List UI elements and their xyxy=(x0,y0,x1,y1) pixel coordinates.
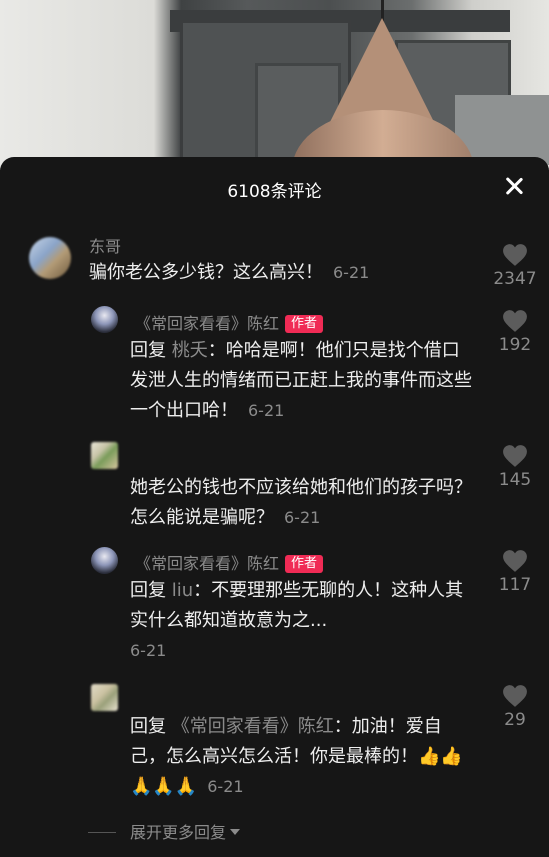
avatar[interactable] xyxy=(29,237,71,279)
comment-author[interactable]: 东哥 xyxy=(89,233,121,257)
heart-icon xyxy=(503,310,527,332)
heart-icon xyxy=(503,244,527,266)
author-badge: 作者 xyxy=(285,315,324,333)
reply-target[interactable]: 桃夭 xyxy=(172,340,208,361)
reply-target[interactable]: liu xyxy=(172,580,193,601)
like-count: 145 xyxy=(498,470,532,490)
expand-more-replies-button[interactable]: 展开更多回复 xyxy=(88,819,241,843)
heart-icon xyxy=(503,685,527,707)
comment-time: 6-21 xyxy=(130,641,167,660)
author-name: 《常回家看看》陈红 xyxy=(135,554,280,573)
comment-body: 骗你老公多少钱？这么高兴！ xyxy=(89,262,323,283)
comment-text: 回复 liu：不要理那些无聊的人！这种人其实什么都知道故意为之... 6-21 xyxy=(130,576,475,666)
comments-count-title: 6108条评论 xyxy=(227,182,322,202)
comment-time: 6-21 xyxy=(333,263,370,282)
comment-time: 6-21 xyxy=(207,777,244,796)
comment-author[interactable] xyxy=(135,688,149,698)
close-icon[interactable] xyxy=(503,175,525,197)
like-count: 117 xyxy=(498,575,532,595)
comment-author[interactable]: 《常回家看看》陈红 作者 xyxy=(135,310,324,334)
reply-target[interactable]: 《常回家看看》陈红 xyxy=(172,716,334,737)
author-badge: 作者 xyxy=(285,555,324,573)
reply-prefix: 回复 xyxy=(130,716,166,737)
reply-prefix: 回复 xyxy=(130,580,166,601)
comment-text: 回复 桃夭：哈哈是啊！他们只是找个借口发泄人生的情绪而已正赶上我的事件而这些一个… xyxy=(130,336,475,426)
divider-line xyxy=(88,832,116,833)
comment-author[interactable] xyxy=(135,447,155,457)
expand-more-label: 展开更多回复 xyxy=(130,823,227,842)
like-button[interactable]: 2347 xyxy=(490,243,540,289)
avatar[interactable] xyxy=(91,306,118,333)
like-button[interactable]: 192 xyxy=(490,309,540,355)
like-button[interactable]: 145 xyxy=(490,444,540,490)
reply-prefix: 回复 xyxy=(130,340,166,361)
author-name: 《常回家看看》陈红 xyxy=(135,314,280,333)
like-count: 2347 xyxy=(493,269,537,289)
comment-time: 6-21 xyxy=(248,401,285,420)
avatar[interactable] xyxy=(91,684,118,711)
background-video-frame xyxy=(0,0,549,170)
comment-text: 回复 《常回家看看》陈红：加油！爱自己，怎么高兴怎么活！你是最棒的！👍👍🙏🙏🙏 6… xyxy=(130,712,475,802)
like-button[interactable]: 117 xyxy=(490,549,540,595)
like-count: 192 xyxy=(498,335,532,355)
comments-panel: 6108条评论 东哥 骗你老公多少钱？这么高兴！ 6-21 2347 《常回家看看… xyxy=(0,157,549,857)
comment-author[interactable]: 《常回家看看》陈红 作者 xyxy=(135,550,324,574)
heart-icon xyxy=(503,445,527,467)
comment-time: 6-21 xyxy=(284,508,321,527)
heart-icon xyxy=(503,550,527,572)
caret-down-icon xyxy=(230,829,241,835)
avatar[interactable] xyxy=(91,547,118,574)
like-button[interactable]: 29 xyxy=(490,684,540,730)
like-count: 29 xyxy=(504,710,526,730)
avatar[interactable] xyxy=(91,442,118,469)
comment-text: 她老公的钱也不应该给她和他们的孩子吗？怎么能说是骗呢？ 6-21 xyxy=(130,473,475,533)
comment-text: 骗你老公多少钱？这么高兴！ 6-21 xyxy=(89,258,469,288)
